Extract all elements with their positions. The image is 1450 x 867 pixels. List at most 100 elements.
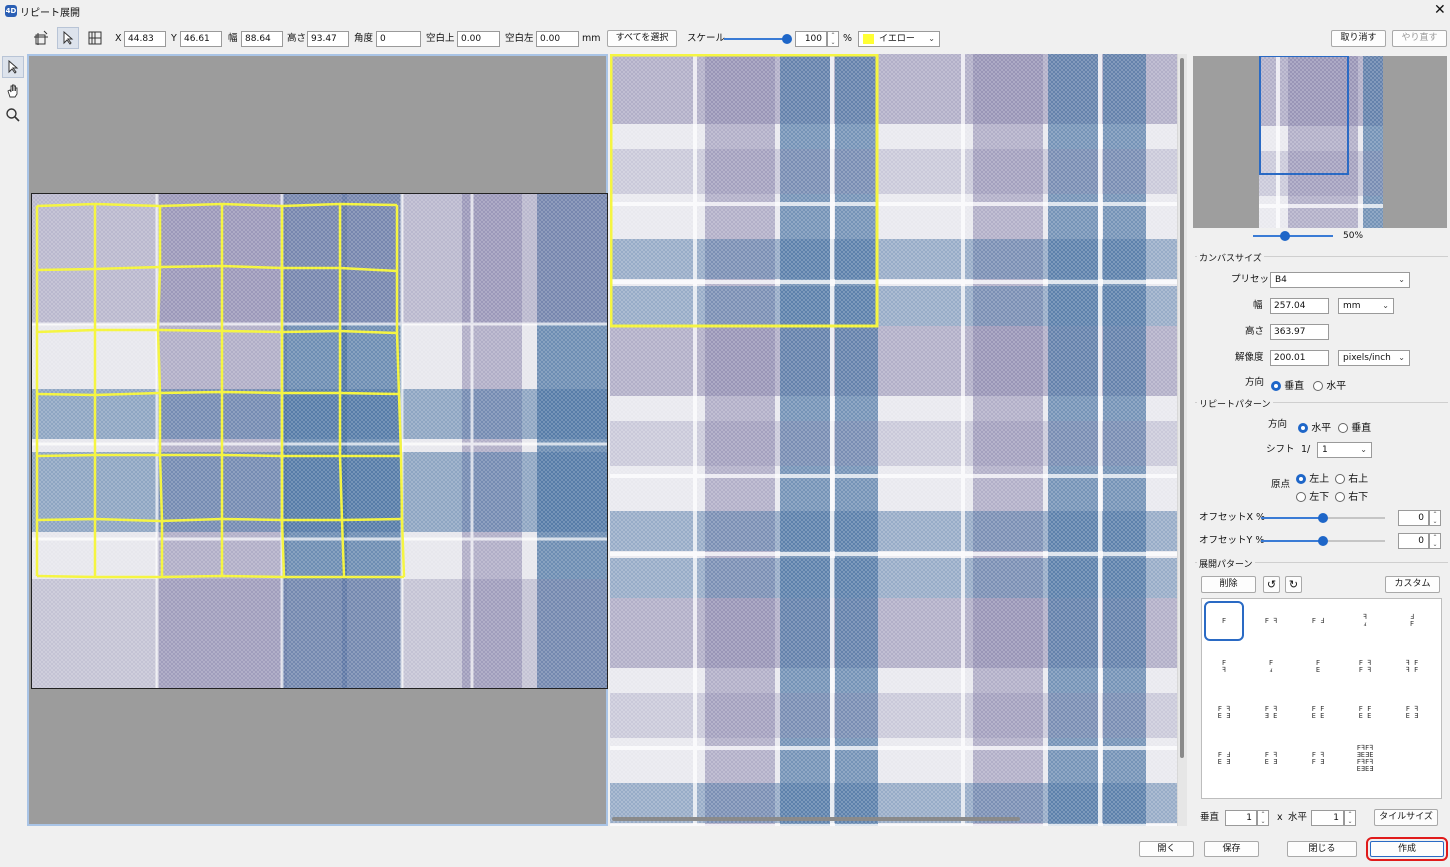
shift-label: シフト xyxy=(1266,444,1295,455)
width-field[interactable]: 88.64 xyxy=(241,31,283,47)
angle-field[interactable]: 0 xyxy=(376,31,421,47)
origin-bottom-right-radio[interactable]: 右下 xyxy=(1335,488,1368,503)
layout-pattern-6[interactable]: F ꟻ xyxy=(1204,647,1244,687)
rotate-right-icon[interactable]: ↻ xyxy=(1285,576,1302,593)
color-select[interactable]: イエロー ⌄ xyxy=(858,31,940,47)
layout-pattern-10[interactable]: ꟻ F ꟻ F xyxy=(1392,647,1432,687)
offset-x-slider[interactable] xyxy=(1261,512,1385,524)
height-label: 高さ xyxy=(287,33,307,44)
rotate-left-icon[interactable]: ↺ xyxy=(1263,576,1280,593)
resolution-field[interactable]: 200.01 xyxy=(1270,350,1329,366)
layout-pattern-15[interactable]: F ꟻ E Ǝ xyxy=(1392,693,1432,733)
margin-top-field[interactable]: 0.00 xyxy=(457,31,500,47)
origin-bottom-left-label: 左下 xyxy=(1309,492,1330,503)
tile-vertical-spinner[interactable]: ⌃ ⌄ xyxy=(1257,810,1269,826)
canvas-height-field[interactable]: 363.97 xyxy=(1270,324,1329,340)
vertical-scrollbar[interactable] xyxy=(1178,54,1187,826)
tile-vertical-field[interactable]: 1 xyxy=(1225,810,1257,826)
save-button[interactable]: 保存 xyxy=(1204,841,1259,857)
select-arrow-icon[interactable] xyxy=(57,27,79,49)
close-icon[interactable]: ✕ xyxy=(1434,2,1446,18)
horizontal-scrollbar-thumb[interactable] xyxy=(612,817,1020,821)
close-button[interactable]: 閉じる xyxy=(1287,841,1357,857)
direction-horizontal-radio[interactable]: 水平 xyxy=(1313,377,1346,392)
source-image-panel[interactable] xyxy=(27,54,608,826)
layout-pattern-14[interactable]: F F E E xyxy=(1345,693,1385,733)
repeat-preview-panel[interactable] xyxy=(610,54,1187,826)
repeat-vertical-radio[interactable]: 垂直 xyxy=(1338,419,1371,434)
offset-y-label: オフセットY % xyxy=(1199,535,1265,546)
navigator-zoom-slider[interactable] xyxy=(1253,230,1333,242)
margin-left-field[interactable]: 0.00 xyxy=(536,31,579,47)
resolution-unit-select[interactable]: pixels/inch ⌄ xyxy=(1338,350,1410,366)
layout-pattern-4[interactable]: ꟻ ⅎ xyxy=(1345,601,1385,641)
offset-y-slider[interactable] xyxy=(1261,535,1385,547)
vertical-scrollbar-thumb[interactable] xyxy=(1180,58,1184,758)
offset-x-label: オフセットX % xyxy=(1199,512,1266,523)
layout-pattern-12[interactable]: F ꟻ Ǝ E xyxy=(1251,693,1291,733)
offset-y-spinner[interactable]: ⌃ ⌄ xyxy=(1429,533,1441,549)
horizontal-scrollbar[interactable] xyxy=(610,815,1178,824)
offset-x-field[interactable]: 0 xyxy=(1398,510,1429,526)
scale-spinner[interactable]: ⌃ ⌄ xyxy=(827,31,839,47)
origin-top-right-radio[interactable]: 右上 xyxy=(1335,470,1368,485)
create-button[interactable]: 作成 xyxy=(1366,837,1448,861)
transform-tool-icon[interactable] xyxy=(30,27,52,49)
layout-pattern-grid: FF ꟻF Ⅎꟻ ⅎℲ FF ꟻF ⅎF EF ꟻ F ꟻꟻ F ꟻ FF ꟻ … xyxy=(1201,598,1442,799)
layout-pattern-3[interactable]: F Ⅎ xyxy=(1298,601,1338,641)
layout-pattern-5[interactable]: Ⅎ F xyxy=(1392,601,1432,641)
layout-pattern-7[interactable]: F ⅎ xyxy=(1251,647,1291,687)
width-unit-select[interactable]: mm ⌄ xyxy=(1338,298,1394,314)
layout-pattern-16[interactable]: F Ⅎ E Ǝ xyxy=(1204,739,1244,779)
custom-button[interactable]: カスタム xyxy=(1385,576,1440,593)
navigator-thumbnail[interactable] xyxy=(1193,55,1447,228)
tile-size-button[interactable]: タイルサイズ xyxy=(1374,809,1438,826)
width-unit-value: mm xyxy=(1343,301,1361,311)
origin-bottom-left-radio[interactable]: 左下 xyxy=(1296,488,1329,503)
grid-tool-icon[interactable] xyxy=(84,27,106,49)
undo-button[interactable]: 取り消す xyxy=(1331,30,1386,47)
app-icon: 4D xyxy=(5,5,17,17)
layout-pattern-11[interactable]: F ꟻ E Ǝ xyxy=(1204,693,1244,733)
layout-pattern-2[interactable]: F ꟻ xyxy=(1251,601,1291,641)
offset-y-field[interactable]: 0 xyxy=(1398,533,1429,549)
shift-select[interactable]: 1 ⌄ xyxy=(1317,442,1372,458)
scale-label: スケール xyxy=(687,33,726,44)
pointer-icon[interactable] xyxy=(2,56,24,78)
open-button[interactable]: 開く xyxy=(1139,841,1194,857)
canvas-size-group: カンバスサイズ プリセット B4 ⌄ 幅 257.04 mm ⌄ 高さ 363.97… xyxy=(1195,251,1448,392)
layout-pattern-8[interactable]: F E xyxy=(1298,647,1338,687)
layout-pattern-18[interactable]: F ꟻ F Ǝ xyxy=(1298,739,1338,779)
plaid-fabric-source xyxy=(32,194,607,688)
scale-percent-label: % xyxy=(843,33,853,44)
scale-slider[interactable] xyxy=(724,33,792,45)
layout-pattern-1[interactable]: F xyxy=(1204,601,1244,641)
canvas-width-field[interactable]: 257.04 xyxy=(1270,298,1329,314)
hand-icon[interactable] xyxy=(2,80,24,102)
preset-select[interactable]: B4 ⌄ xyxy=(1270,272,1410,288)
canvas-width-label: 幅 xyxy=(1253,300,1263,311)
source-fabric-image[interactable] xyxy=(31,193,608,689)
layout-pattern-17[interactable]: F ꟻ E Ǝ xyxy=(1251,739,1291,779)
layout-pattern-13[interactable]: F F E E xyxy=(1298,693,1338,733)
x-field[interactable]: 44.83 xyxy=(124,31,166,47)
redo-button[interactable]: やり直す xyxy=(1392,30,1447,47)
tile-horizontal-spinner[interactable]: ⌃ ⌄ xyxy=(1344,810,1356,826)
direction-vertical-radio[interactable]: 垂直 xyxy=(1271,377,1304,392)
y-field[interactable]: 46.61 xyxy=(180,31,222,47)
zoom-icon[interactable] xyxy=(2,104,24,126)
repeat-horizontal-radio[interactable]: 水平 xyxy=(1298,419,1331,434)
offset-x-spinner[interactable]: ⌃ ⌄ xyxy=(1429,510,1441,526)
delete-button[interactable]: 削除 xyxy=(1201,576,1256,593)
layout-pattern-9[interactable]: F ꟻ F ꟻ xyxy=(1345,647,1385,687)
select-all-button[interactable]: すべてを選択 xyxy=(607,30,677,47)
origin-top-left-radio[interactable]: 左上 xyxy=(1296,470,1329,485)
height-field[interactable]: 93.47 xyxy=(307,31,349,47)
layout-pattern-19[interactable]: FꟻFꟻ ƎEƎE FꟻFꟻ EƎEƎ xyxy=(1345,739,1385,779)
origin-bottom-right-label: 右下 xyxy=(1348,492,1369,503)
tile-horizontal-field[interactable]: 1 xyxy=(1311,810,1344,826)
color-swatch xyxy=(863,34,874,44)
repeat-pattern-preview xyxy=(610,54,1177,826)
shift-prefix: 1/ xyxy=(1301,444,1311,455)
scale-field[interactable]: 100 xyxy=(795,31,827,47)
